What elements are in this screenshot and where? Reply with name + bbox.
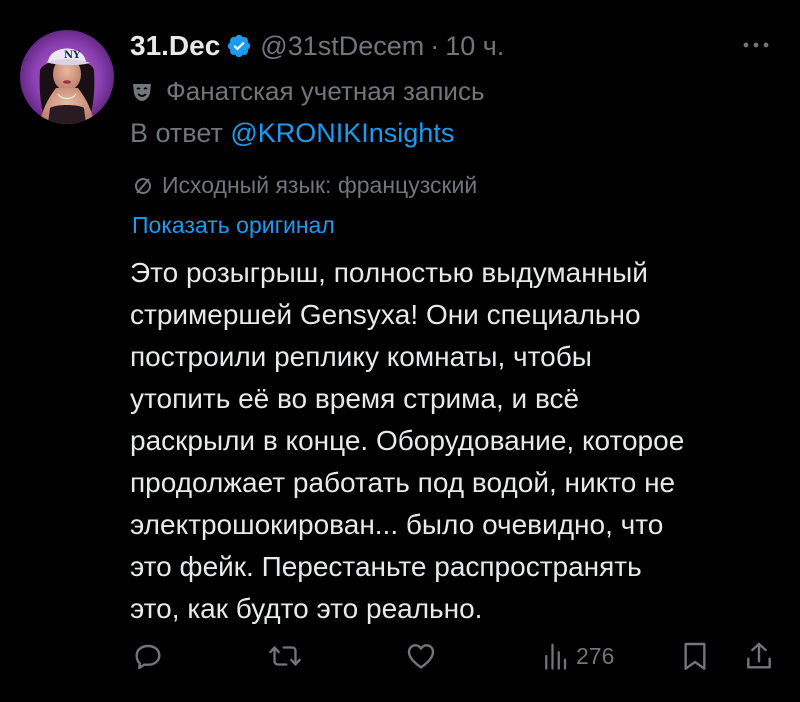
tweet-text-line: электрошокирован... было очевидно, что (130, 509, 664, 540)
bookmark-button[interactable] (680, 634, 710, 678)
author-display-name[interactable]: 31.Dec (130, 30, 220, 62)
avatar[interactable]: NY (20, 30, 114, 124)
share-icon (747, 642, 771, 669)
retweet-icon (269, 646, 301, 666)
tweet-header: 31.Dec @31stDecem · 10 ч. (130, 28, 504, 64)
tweet-text-line: стримершей Gensyxa! Они специально (130, 299, 641, 330)
reply-icon (135, 644, 161, 670)
more-options-button[interactable] (736, 30, 776, 60)
share-button[interactable] (744, 634, 774, 678)
svg-text:NY: NY (64, 50, 81, 61)
tweet-timestamp[interactable]: 10 ч. (445, 31, 504, 62)
show-original-link[interactable]: Показать оригинал (132, 212, 335, 239)
views-chart-icon (545, 643, 567, 670)
tweet-text-line: построили реплику комнаты, чтобы (130, 341, 592, 372)
source-language-text: Исходный язык: французский (162, 172, 478, 198)
reply-to-line: В ответ @KRONIKInsights (130, 118, 454, 149)
reply-to-mention-link[interactable]: @KRONIKInsights (230, 118, 454, 148)
translate-icon (132, 175, 154, 197)
reply-button[interactable] (132, 634, 164, 678)
source-language-line: Исходный язык: французский (132, 172, 477, 199)
verified-badge-icon[interactable] (226, 33, 252, 59)
theater-mask-icon (130, 80, 154, 104)
like-button[interactable] (404, 634, 438, 678)
retweet-button[interactable] (268, 634, 302, 678)
bookmark-icon (684, 642, 706, 670)
more-dots-icon (743, 42, 769, 48)
tweet-text-line: продолжает работать под водой, никто не (130, 467, 676, 498)
fan-account-label: Фанатская учетная запись (130, 76, 485, 107)
tweet: NY 31.Dec @31stDecem · 10 ч. Фанатская у… (0, 0, 800, 702)
action-bar: 276 (0, 634, 800, 678)
views-button[interactable]: 276 (542, 634, 614, 678)
fan-account-text: Фанатская учетная запись (166, 76, 485, 106)
tweet-text-line: раскрыли в конце. Оборудование, которое (130, 425, 685, 456)
reply-to-prefix: В ответ (130, 118, 223, 148)
like-icon (407, 644, 435, 669)
avatar-image: NY (20, 30, 114, 124)
separator-dot: · (430, 30, 440, 61)
tweet-text-line: Это розыгрыш, полностью выдуманный (130, 257, 648, 288)
views-count: 276 (576, 642, 615, 669)
tweet-text-line: утопить её во время стрима, и всё (130, 383, 580, 414)
tweet-text-line: это фейк. Перестаньте распространять (130, 551, 642, 582)
author-handle[interactable]: @31stDecem (260, 31, 424, 62)
tweet-text-line: это, как будто это реально. (130, 593, 483, 624)
tweet-text: Это розыгрыш, полностью выдуманный стрим… (130, 252, 780, 630)
